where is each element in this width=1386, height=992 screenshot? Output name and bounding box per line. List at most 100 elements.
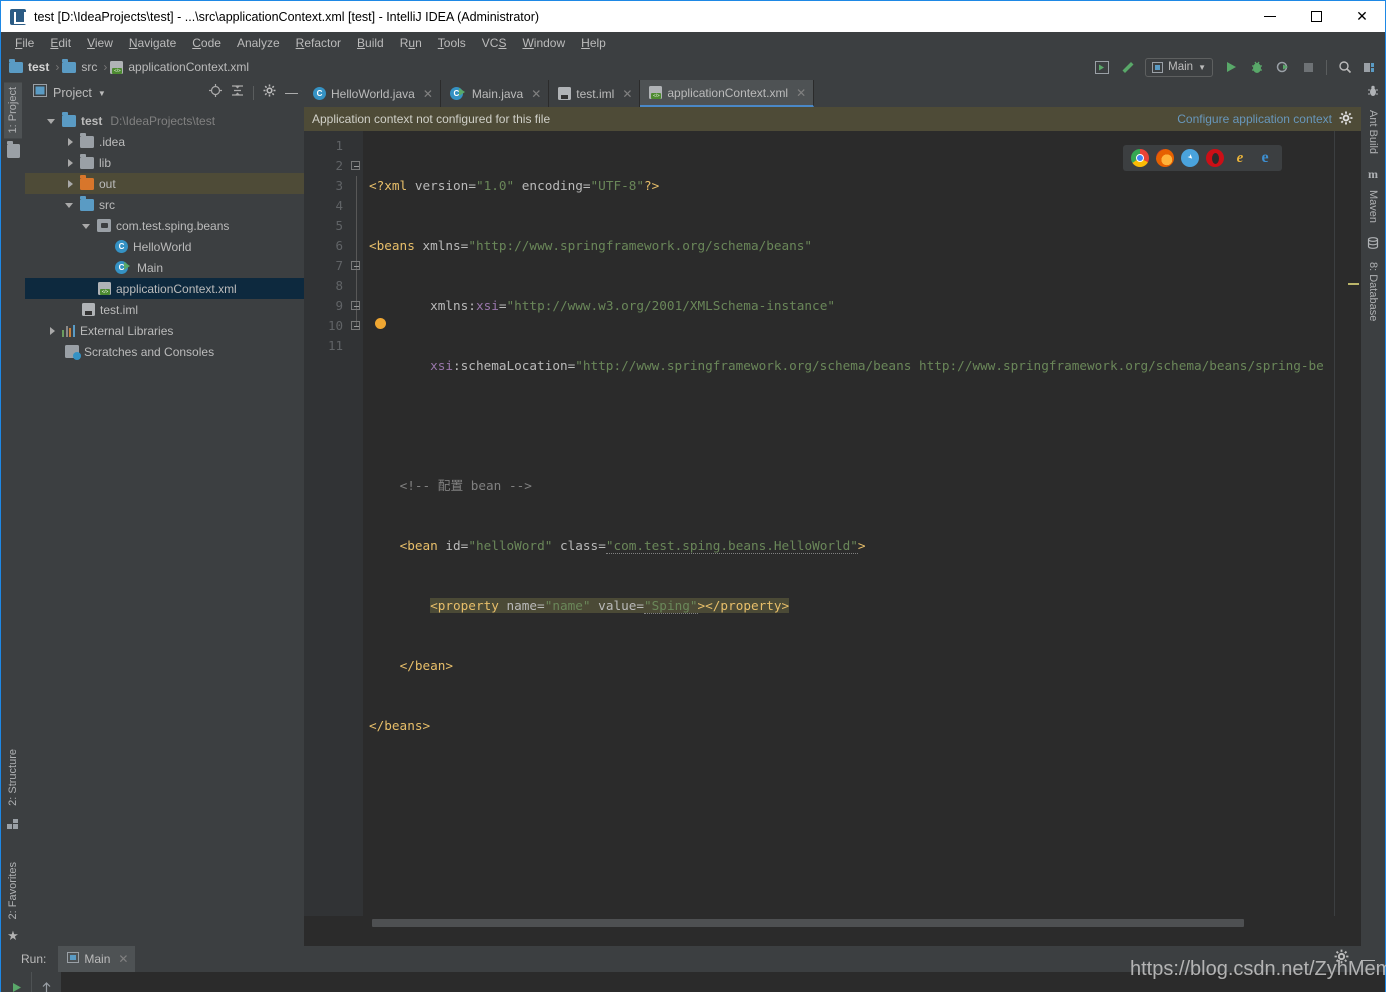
up-arrow-icon[interactable] [38, 978, 56, 992]
tree-node-out[interactable]: out [25, 173, 304, 194]
iml-file-icon [82, 303, 95, 316]
code-editor[interactable]: 1 2 3 4 5 6 7 8 9 10 11 <?xml version="1… [304, 131, 1361, 916]
chevron-down-icon[interactable] [82, 221, 92, 231]
breadcrumb-item-src[interactable]: src [62, 58, 97, 74]
hide-icon[interactable]: — [285, 86, 298, 99]
tree-node-test[interactable]: test D:\IdeaProjects\test [25, 110, 304, 131]
project-structure-settings-icon[interactable] [1362, 59, 1379, 76]
tree-node-src[interactable]: src [25, 194, 304, 215]
close-button[interactable]: ✕ [1339, 1, 1385, 32]
menu-window[interactable]: Window [514, 34, 573, 52]
breadcrumb-item-test[interactable]: test [9, 58, 49, 74]
tree-node-external-libraries[interactable]: External Libraries [25, 320, 304, 341]
minimize-button[interactable] [1247, 1, 1293, 32]
tree-node-testiml[interactable]: test.iml [25, 299, 304, 320]
build-hammer-icon[interactable] [1119, 59, 1136, 76]
menu-refactor[interactable]: Refactor [288, 34, 349, 52]
tree-node-idea[interactable]: .idea [25, 131, 304, 152]
project-structure-icon[interactable] [1093, 59, 1110, 76]
sidebar-item-maven[interactable]: Maven [1364, 185, 1382, 228]
tree-node-scratches[interactable]: Scratches and Consoles [25, 341, 304, 362]
close-icon[interactable]: ✕ [796, 86, 806, 100]
locate-icon[interactable] [209, 84, 222, 102]
internet-explorer-icon[interactable]: e [1231, 149, 1249, 167]
chrome-icon[interactable] [1131, 149, 1149, 167]
chevron-right-icon[interactable] [47, 326, 57, 336]
menu-file[interactable]: File [7, 34, 42, 52]
firefox-icon[interactable] [1156, 149, 1174, 167]
line-number: 6 [335, 238, 343, 253]
intention-bulb-icon[interactable] [375, 318, 386, 329]
breadcrumb-item-applicationcontext[interactable]: applicationContext.xml [110, 60, 249, 74]
close-icon[interactable]: ✕ [423, 87, 433, 101]
chevron-down-icon[interactable] [47, 116, 57, 126]
sidebar-item-favorites[interactable]: 2: Favorites [4, 857, 22, 924]
editor-markup-scrollbar[interactable] [1334, 131, 1361, 916]
code-folding-gutter[interactable] [350, 131, 363, 916]
safari-icon[interactable]: ➤ [1181, 149, 1199, 167]
project-tree[interactable]: test D:\IdeaProjects\test .idea lib out [25, 106, 304, 946]
tree-node-applicationcontext[interactable]: applicationContext.xml [25, 278, 304, 299]
menu-navigate[interactable]: Navigate [121, 34, 184, 52]
run-configuration-selector[interactable]: Main ▼ [1145, 57, 1213, 77]
stop-icon[interactable] [1300, 59, 1317, 76]
debug-icon[interactable] [1248, 59, 1265, 76]
folder-icon [62, 58, 77, 73]
maximize-button[interactable] [1293, 1, 1339, 32]
settings-gear-icon[interactable] [1339, 111, 1353, 128]
menu-view[interactable]: View [79, 34, 121, 52]
menu-edit[interactable]: Edit [42, 34, 79, 52]
editor-horizontal-scrollbar-area[interactable] [304, 916, 1361, 929]
run-icon[interactable] [1222, 59, 1239, 76]
tree-node-package[interactable]: com.test.sping.beans [25, 215, 304, 236]
fold-marker-beans[interactable] [351, 161, 360, 170]
menu-help[interactable]: Help [573, 34, 614, 52]
sidebar-item-project[interactable]: 1: Project [4, 82, 22, 139]
sidebar-item-ant-build[interactable]: Ant Build [1364, 105, 1382, 159]
close-icon[interactable]: ✕ [531, 87, 541, 101]
chevron-down-icon[interactable]: ▼ [98, 89, 106, 98]
chevron-right-icon[interactable] [65, 137, 75, 147]
chevron-down-icon[interactable] [65, 200, 75, 210]
fold-marker-bean[interactable] [351, 261, 360, 270]
sidebar-item-structure[interactable]: 2: Structure [4, 744, 22, 811]
tab-applicationcontext-xml[interactable]: applicationContext.xml ✕ [640, 80, 815, 107]
hide-icon[interactable]: — [1361, 952, 1375, 966]
edge-icon[interactable]: e [1256, 149, 1274, 167]
settings-gear-icon[interactable] [1334, 949, 1349, 969]
window-title-bar: test [D:\IdeaProjects\test] - ...\src\ap… [0, 0, 1386, 32]
fold-marker-bean-end[interactable] [351, 301, 360, 310]
run-coverage-icon[interactable] [1274, 59, 1291, 76]
tab-main-java[interactable]: C Main.java ✕ [441, 80, 550, 107]
tree-node-lib[interactable]: lib [25, 152, 304, 173]
warning-stripe-mark[interactable] [1348, 283, 1359, 285]
editor-horizontal-scrollbar-thumb[interactable] [372, 919, 1244, 927]
collapse-all-icon[interactable] [231, 84, 244, 102]
tab-label: HelloWorld.java [331, 86, 415, 101]
configure-application-context-link[interactable]: Configure application context [1177, 112, 1332, 126]
menu-run[interactable]: Run [392, 34, 430, 52]
menu-analyze[interactable]: Analyze [229, 34, 288, 52]
menu-vcs[interactable]: VCS [474, 34, 515, 52]
menu-code[interactable]: Code [184, 34, 229, 52]
close-icon[interactable]: ✕ [118, 952, 128, 966]
settings-gear-icon[interactable] [263, 84, 276, 102]
tree-node-main[interactable]: C Main [25, 257, 304, 278]
run-console-output[interactable]: "C:\Program Files\Java\jdk1.8.0_191\bin\… [61, 972, 1385, 992]
fold-marker-beans-end[interactable] [351, 321, 360, 330]
close-icon[interactable]: ✕ [622, 87, 632, 101]
sidebar-item-database[interactable]: 8: Database [1364, 257, 1382, 326]
tab-helloworld-java[interactable]: C HelloWorld.java ✕ [304, 80, 441, 107]
tab-test-iml[interactable]: test.iml ✕ [549, 80, 641, 107]
run-tab-main[interactable]: Main ✕ [58, 946, 136, 972]
menu-tools[interactable]: Tools [430, 34, 474, 52]
project-tool-window: Project ▼ — test D:\IdeaProjects\test .i… [25, 80, 304, 946]
tree-node-helloworld[interactable]: C HelloWorld [25, 236, 304, 257]
chevron-right-icon[interactable] [65, 158, 75, 168]
code-text[interactable]: <?xml version="1.0" encoding="UTF-8"?> <… [363, 131, 1334, 916]
chevron-right-icon[interactable] [65, 179, 75, 189]
menu-build[interactable]: Build [349, 34, 392, 52]
search-everywhere-icon[interactable] [1336, 59, 1353, 76]
rerun-icon[interactable] [7, 978, 25, 992]
opera-icon[interactable] [1206, 149, 1224, 167]
